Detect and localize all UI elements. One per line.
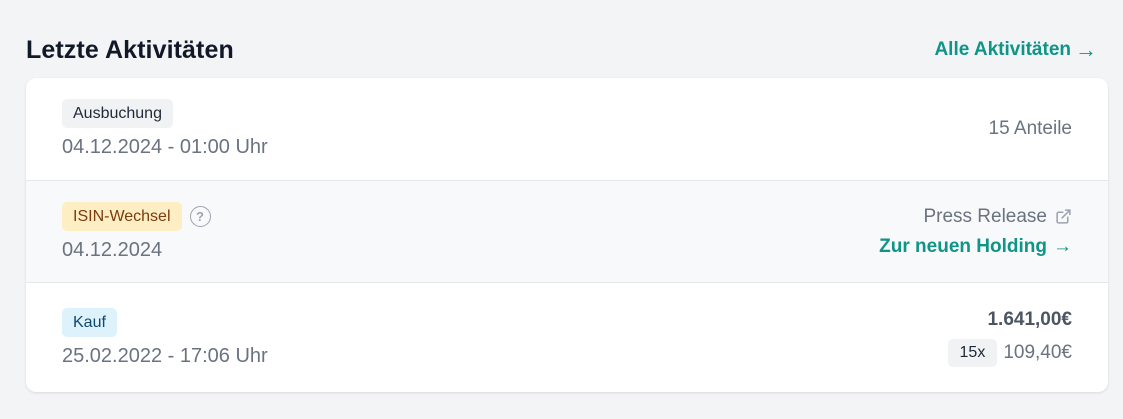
activity-row-kauf[interactable]: Kauf 25.02.2022 - 17:06 Uhr 1.641,00€ 15… [26, 283, 1108, 392]
new-holding-link[interactable]: Zur neuen Holding → [879, 236, 1072, 258]
quantity-chip: 15x [947, 338, 998, 367]
activity-type-badge: Kauf [62, 307, 117, 337]
activity-type-badge: Ausbuchung [62, 99, 173, 128]
new-holding-label: Zur neuen Holding [879, 235, 1047, 257]
section-title: Letzte Aktivitäten [26, 35, 234, 64]
activity-row-ausbuchung[interactable]: Ausbuchung 04.12.2024 - 01:00 Uhr 15 Ant… [26, 78, 1108, 180]
activity-info: Ausbuchung 04.12.2024 - 01:00 Uhr [62, 99, 268, 159]
activity-date: 04.12.2024 - 01:00 Uhr [62, 136, 268, 158]
price-line: 15x 109,40€ [947, 338, 1072, 367]
unit-price: 109,40€ [1003, 341, 1072, 363]
activity-info: Kauf 25.02.2022 - 17:06 Uhr [62, 307, 268, 368]
activity-date: 25.02.2022 - 17:06 Uhr [62, 344, 268, 367]
activities-card: Ausbuchung 04.12.2024 - 01:00 Uhr 15 Ant… [26, 78, 1108, 392]
total-amount: 1.641,00€ [987, 308, 1072, 330]
arrow-right-icon: → [1053, 235, 1072, 257]
arrow-right-icon: → [1075, 37, 1097, 62]
external-link-icon [1055, 208, 1072, 225]
activity-details: 1.641,00€ 15x 109,40€ [947, 308, 1072, 367]
question-circle-icon[interactable]: ? [189, 205, 211, 227]
activity-date: 04.12.2024 [62, 238, 163, 261]
activity-row-isin-wechsel: ISIN-Wechsel ? 04.12.2024 Press Release [26, 180, 1108, 283]
press-release-label: Press Release [923, 205, 1047, 227]
recent-activities-section: Letzte Aktivitäten Alle Aktivitäten → Au… [0, 0, 1123, 419]
activity-type-badge: ISIN-Wechsel [62, 201, 182, 231]
shares-count: 15 Anteile [988, 118, 1072, 139]
activity-info: ISIN-Wechsel ? 04.12.2024 [62, 201, 211, 262]
activity-details: 15 Anteile [989, 118, 1072, 140]
press-release-link[interactable]: Press Release [923, 206, 1072, 228]
all-activities-link[interactable]: Alle Aktivitäten → [934, 39, 1097, 61]
all-activities-label: Alle Aktivitäten [934, 39, 1071, 60]
section-header: Letzte Aktivitäten Alle Aktivitäten → [26, 30, 1097, 70]
activity-details: Press Release Zur neuen Holding → [879, 206, 1072, 258]
